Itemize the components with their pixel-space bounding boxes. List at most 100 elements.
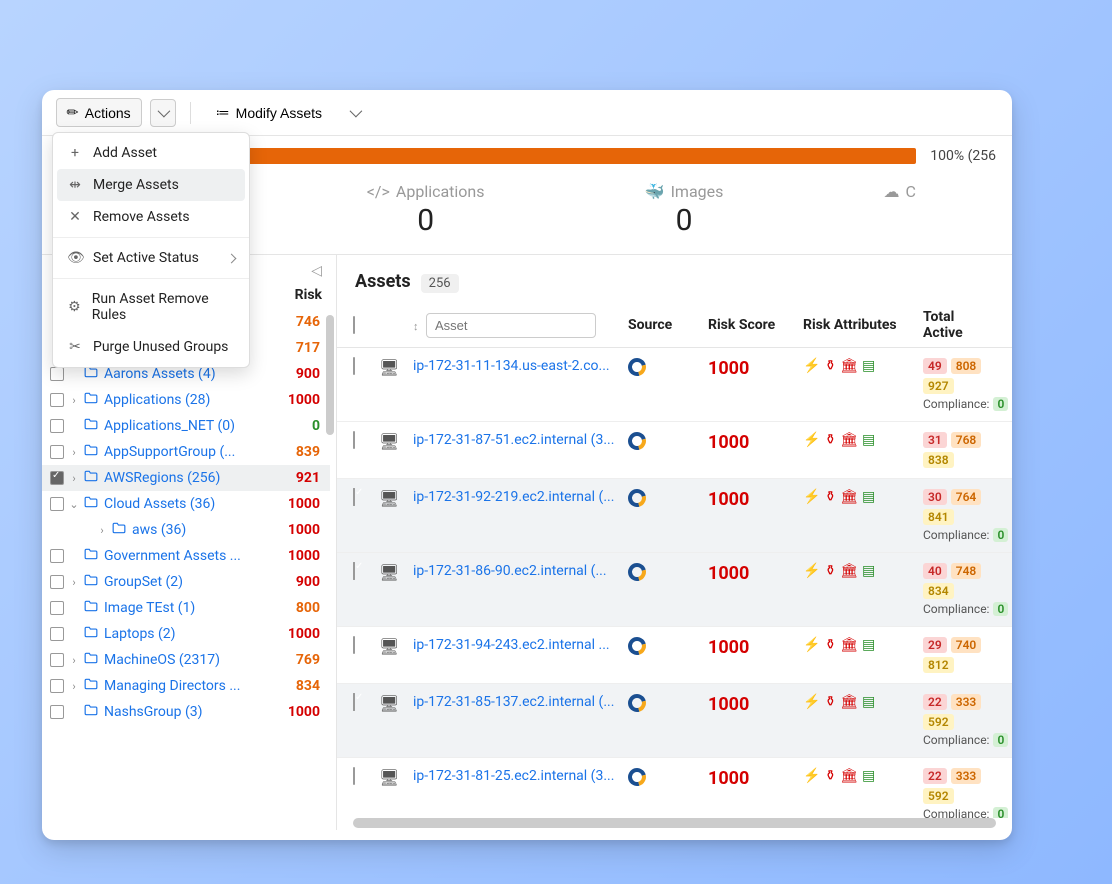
compliance-line: Compliance:0 [923, 733, 996, 747]
col-total-active[interactable]: Total Active [923, 309, 996, 341]
tree-checkbox[interactable] [50, 419, 64, 433]
tree-item[interactable]: Applications_NET (0)0 [42, 413, 330, 439]
tree-checkbox[interactable] [50, 601, 64, 615]
select-all-checkbox[interactable] [353, 316, 355, 334]
row-checkbox[interactable] [353, 693, 355, 711]
tree-label[interactable]: Applications (28) [104, 392, 272, 408]
tree-item[interactable]: ›GroupSet (2)900 [42, 569, 330, 595]
tree-label[interactable]: Laptops (2) [104, 626, 272, 642]
tree-label[interactable]: aws (36) [132, 522, 272, 538]
tree-checkbox[interactable] [50, 679, 64, 693]
table-row[interactable]: 🖥ip-172-31-92-219.ec2.internal (...1000⚡… [337, 479, 1012, 553]
actions-button[interactable]: ✎ Actions [56, 98, 142, 127]
expand-icon[interactable]: › [68, 472, 80, 485]
table-row[interactable]: 🖥ip-172-31-87-51.ec2.internal (3...1000⚡… [337, 422, 1012, 479]
menu-set-active-status[interactable]: 👁 Set Active Status [53, 242, 249, 274]
tree-item[interactable]: › AppSupportGroup (...839 [42, 439, 330, 465]
tree-checkbox[interactable] [50, 549, 64, 563]
table-row[interactable]: 🖥ip-172-31-94-243.ec2.internal ...1000⚡⚱… [337, 627, 1012, 684]
tree-risk-value: 839 [276, 444, 320, 460]
tree-label[interactable]: Aarons Assets (4) [104, 366, 272, 382]
sort-icon[interactable]: ↕ [413, 320, 419, 333]
expand-icon[interactable]: › [68, 576, 80, 589]
row-checkbox[interactable] [353, 636, 355, 654]
col-risk-score[interactable]: Risk Score [708, 317, 793, 333]
row-checkbox[interactable] [353, 562, 355, 580]
severity-badge: 592 [923, 714, 954, 730]
tree-item[interactable]: ›MachineOS (2317)769 [42, 647, 330, 673]
col-risk-attributes[interactable]: Risk Attributes [803, 317, 913, 333]
table-row[interactable]: 🖥ip-172-31-85-137.ec2.internal (...1000⚡… [337, 684, 1012, 758]
tree-item[interactable]: ⌄Cloud Assets (36)1000 [42, 491, 330, 517]
tree-item[interactable]: ›Applications (28)1000 [42, 387, 330, 413]
tree-label[interactable]: Applications_NET (0) [104, 418, 272, 434]
tree-item[interactable]: ›AWSRegions (256)921 [42, 465, 330, 491]
table-row[interactable]: 🖥ip-172-31-11-134.us-east-2.co...1000⚡⚱🏛… [337, 348, 1012, 422]
menu-purge-groups[interactable]: ✂ Purge Unused Groups [53, 331, 249, 363]
row-checkbox[interactable] [353, 767, 355, 785]
tree-checkbox[interactable] [50, 393, 64, 407]
expand-icon[interactable]: › [68, 394, 80, 407]
expand-icon[interactable]: ⌄ [68, 498, 80, 511]
modify-dropdown-toggle[interactable] [341, 99, 367, 127]
tree-label[interactable]: AppSupportGroup (... [104, 444, 272, 460]
table-row[interactable]: 🖥ip-172-31-86-90.ec2.internal (...1000⚡⚱… [337, 553, 1012, 627]
tree-label[interactable]: Image TEst (1) [104, 600, 272, 616]
tree-label[interactable]: Managing Directors ... [104, 678, 272, 694]
menu-run-remove-rules[interactable]: ⚙ Run Asset Remove Rules [53, 283, 249, 331]
table-row[interactable]: 🖥ip-172-31-81-25.ec2.internal (3...1000⚡… [337, 758, 1012, 818]
row-checkbox[interactable] [353, 488, 355, 506]
severity-badge: 748 [951, 563, 982, 579]
expand-icon[interactable]: › [68, 680, 80, 693]
badges-cell: 22333592Compliance:0 [923, 768, 996, 818]
tree-checkbox[interactable] [50, 445, 64, 459]
tree-item[interactable]: Image TEst (1)800 [42, 595, 330, 621]
modify-assets-label: Modify Assets [236, 105, 322, 121]
asset-name-link[interactable]: ip-172-31-92-219.ec2.internal (... [413, 489, 618, 505]
asset-name-link[interactable]: ip-172-31-86-90.ec2.internal (... [413, 563, 618, 579]
modify-assets-button[interactable]: ≔ Modify Assets [205, 98, 333, 127]
tree-checkbox[interactable] [50, 627, 64, 641]
expand-icon[interactable]: › [68, 446, 80, 459]
building-icon: 🏛 [840, 358, 858, 374]
row-checkbox[interactable] [353, 357, 355, 375]
collapse-sidebar-icon[interactable]: ◁ [311, 263, 322, 279]
tree-checkbox[interactable] [50, 575, 64, 589]
tree-item[interactable]: Government Assets ...1000 [42, 543, 330, 569]
tree-item[interactable]: NashsGroup (3)1000 [42, 699, 330, 725]
tree-checkbox[interactable] [50, 497, 64, 511]
tree-checkbox[interactable] [50, 367, 64, 381]
menu-merge-assets[interactable]: ⇹ Merge Assets [57, 169, 245, 201]
row-checkbox[interactable] [353, 431, 355, 449]
expand-icon[interactable]: › [96, 524, 108, 537]
tree-item[interactable]: Laptops (2)1000 [42, 621, 330, 647]
expand-icon[interactable]: › [68, 654, 80, 667]
tree-label[interactable]: MachineOS (2317) [104, 652, 272, 668]
tree-item[interactable]: ›aws (36)1000 [42, 517, 330, 543]
asset-tree[interactable]: All Assets (5448)746Ungrouped (2836)717A… [42, 309, 336, 830]
asset-name-link[interactable]: ip-172-31-85-137.ec2.internal (... [413, 694, 618, 710]
table-body[interactable]: 🖥ip-172-31-11-134.us-east-2.co...1000⚡⚱🏛… [337, 348, 1012, 818]
tree-checkbox[interactable] [50, 653, 64, 667]
scrollbar[interactable] [326, 315, 334, 435]
tree-label[interactable]: Cloud Assets (36) [104, 496, 272, 512]
tree-label[interactable]: GroupSet (2) [104, 574, 272, 590]
asset-name-link[interactable]: ip-172-31-11-134.us-east-2.co... [413, 358, 618, 374]
tree-item[interactable]: ›Managing Directors ...834 [42, 673, 330, 699]
tree-label[interactable]: NashsGroup (3) [104, 704, 272, 720]
tree-label[interactable]: Government Assets ... [104, 548, 272, 564]
menu-add-asset[interactable]: + Add Asset [53, 137, 249, 169]
menu-remove-assets[interactable]: ✕ Remove Assets [53, 201, 249, 233]
toolbar-divider [190, 102, 191, 124]
col-source[interactable]: Source [628, 317, 698, 333]
asset-name-link[interactable]: ip-172-31-94-243.ec2.internal ... [413, 637, 618, 653]
asset-name-link[interactable]: ip-172-31-81-25.ec2.internal (3... [413, 768, 618, 784]
actions-dropdown-toggle[interactable] [150, 99, 176, 127]
tree-checkbox[interactable] [50, 705, 64, 719]
asset-filter-input[interactable] [426, 313, 596, 338]
tree-label[interactable]: AWSRegions (256) [104, 470, 272, 486]
badges-cell: 22333592Compliance:0 [923, 694, 996, 747]
asset-name-link[interactable]: ip-172-31-87-51.ec2.internal (3... [413, 432, 618, 448]
horizontal-scrollbar[interactable] [353, 818, 996, 828]
tree-checkbox[interactable] [50, 471, 64, 485]
